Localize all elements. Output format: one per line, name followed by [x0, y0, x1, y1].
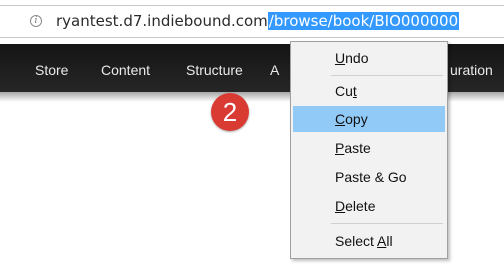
menu-item-copy[interactable]: Copy [293, 106, 445, 132]
browser-address-bar: i ryantest.d7.indiebound.com/browse/book… [0, 0, 504, 44]
url-path-selected: /browse/book/BIO000000 [267, 12, 460, 30]
menu-mnemonic: U [335, 50, 346, 66]
menu-label-part: Select [335, 233, 378, 249]
context-menu: Undo Cut Copy Paste Paste & Go Delete Se… [290, 41, 448, 259]
screenshot-root: i ryantest.d7.indiebound.com/browse/book… [0, 0, 504, 266]
url-text[interactable]: ryantest.d7.indiebound.com/browse/book/B… [56, 11, 460, 31]
menu-mnemonic: t [352, 83, 357, 99]
menu-item-undo[interactable]: Undo [293, 45, 445, 71]
nav-item-store[interactable]: Store [35, 61, 68, 79]
nav-item-configuration-partial[interactable]: uration [450, 61, 493, 79]
menu-label-part: Paste & Go [335, 169, 407, 185]
menu-separator [331, 223, 443, 224]
menu-mnemonic: A [377, 233, 387, 249]
menu-mnemonic: C [335, 111, 346, 127]
menu-mnemonic: D [335, 198, 346, 214]
menu-label-part: ll [386, 233, 393, 249]
menu-label-part: opy [345, 111, 368, 127]
menu-item-select-all[interactable]: Select All [293, 228, 445, 254]
nav-item-appearance-partial[interactable]: A [270, 61, 279, 79]
step-number-badge: 2 [211, 93, 249, 131]
info-icon[interactable]: i [30, 15, 42, 27]
menu-label-part: Cu [335, 83, 353, 99]
url-host: ryantest.d7.indiebound.com [56, 12, 268, 30]
menu-item-paste-and-go[interactable]: Paste & Go [293, 164, 445, 190]
menu-mnemonic: P [335, 140, 345, 156]
menu-label-part: elete [345, 198, 376, 214]
menu-separator [331, 75, 443, 76]
menu-item-cut[interactable]: Cut [293, 78, 445, 104]
menu-label-part: ndo [345, 50, 369, 66]
menu-item-paste[interactable]: Paste [293, 135, 445, 161]
nav-item-content[interactable]: Content [101, 61, 150, 79]
menu-label-part: aste [344, 140, 371, 156]
menu-item-delete[interactable]: Delete [293, 193, 445, 219]
nav-item-structure[interactable]: Structure [186, 61, 243, 79]
